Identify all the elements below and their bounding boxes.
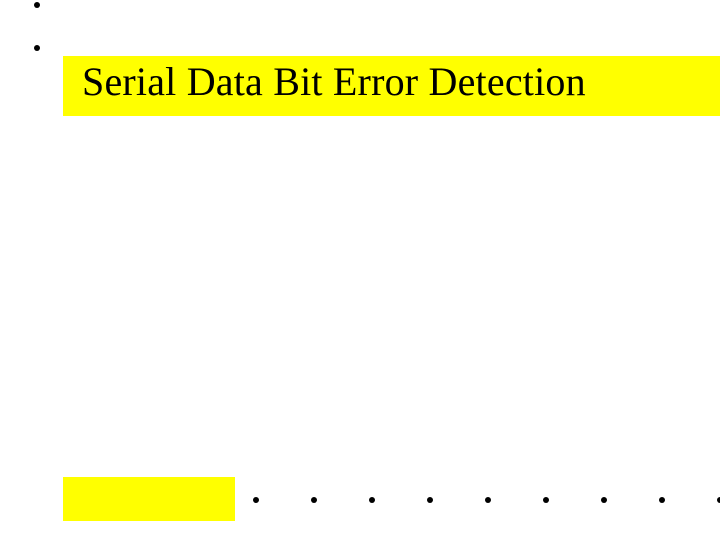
decorative-dot xyxy=(601,497,607,503)
decorative-dot xyxy=(34,45,40,51)
decorative-dot xyxy=(311,497,317,503)
decorative-dot xyxy=(34,2,40,8)
decorative-dot xyxy=(485,497,491,503)
decorative-dot xyxy=(369,497,375,503)
decorative-dot xyxy=(427,497,433,503)
slide: Serial Data Bit Error Detection xyxy=(0,0,720,540)
decorative-dot xyxy=(659,497,665,503)
decorative-dot xyxy=(253,497,259,503)
slide-title: Serial Data Bit Error Detection xyxy=(82,58,586,105)
footer-highlight xyxy=(63,477,235,521)
decorative-dot xyxy=(543,497,549,503)
